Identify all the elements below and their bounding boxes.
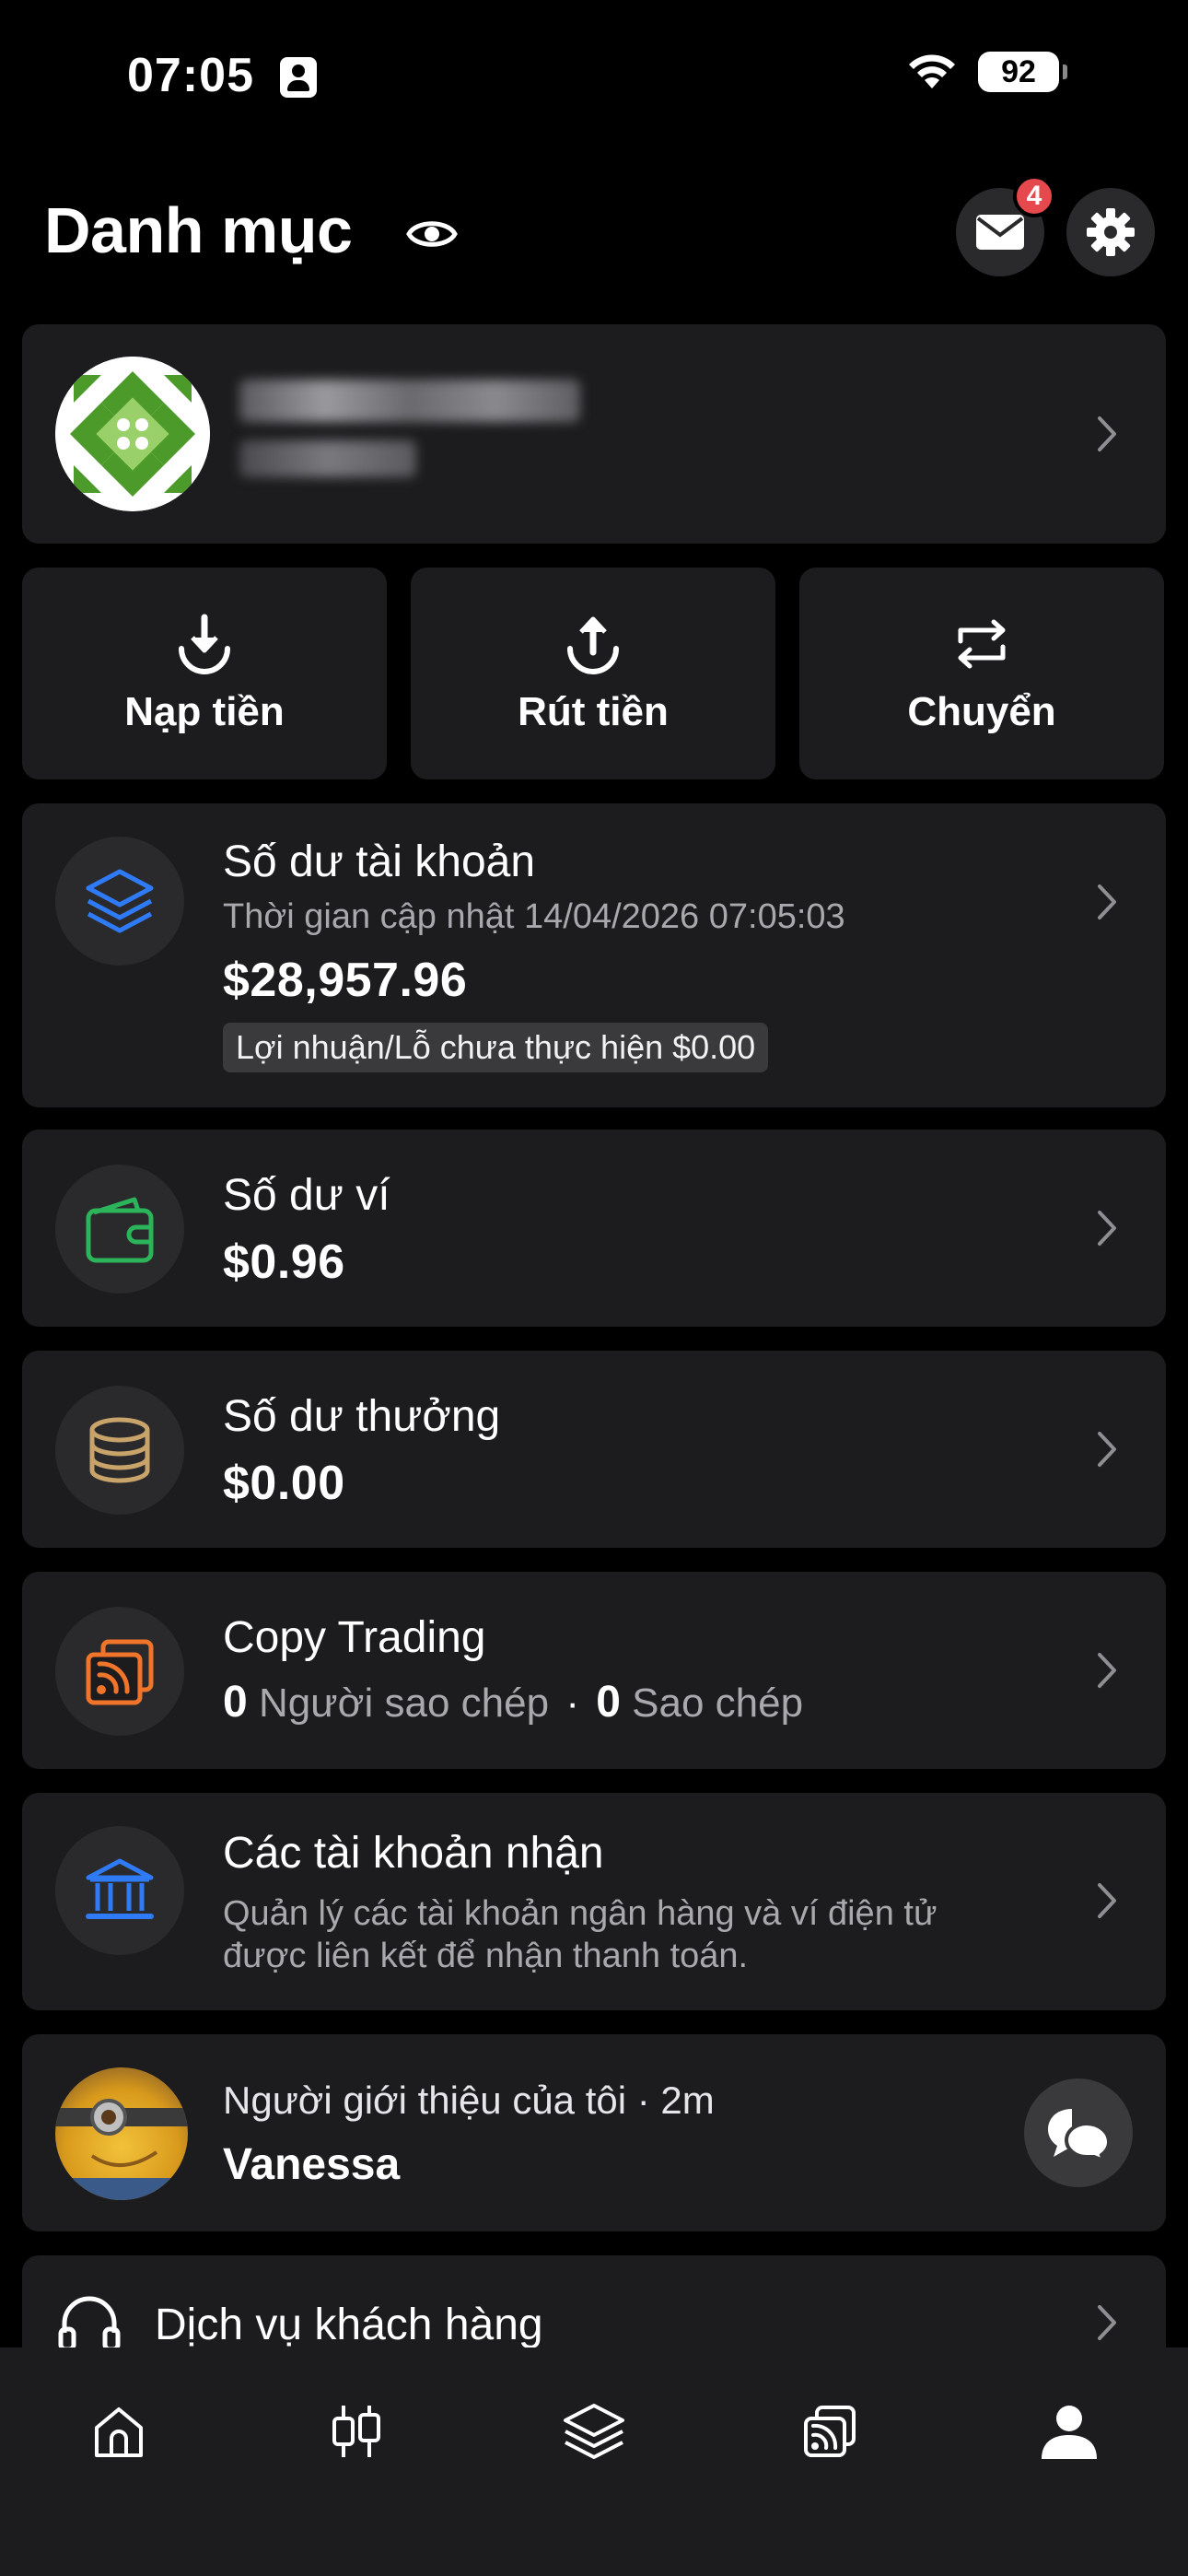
copies-count: 0 [596, 1678, 621, 1727]
copy-trading-title: Copy Trading [223, 1613, 486, 1662]
wallet-value: $0.96 [223, 1235, 345, 1289]
status-indicators: 92 [904, 52, 1067, 92]
layers-icon [564, 2404, 624, 2459]
tab-portfolio[interactable] [553, 2390, 635, 2473]
chat-button[interactable] [1024, 2078, 1133, 2187]
status-time: 07:05 [127, 49, 254, 102]
icon-bg [55, 1607, 184, 1736]
chevron-right-icon [1098, 416, 1116, 451]
user-icon [1042, 2406, 1097, 2459]
user-id-redacted [239, 440, 416, 477]
receiving-accounts-desc-1: Quản lý các tài khoản ngân hàng và ví đi… [223, 1894, 938, 1933]
wallet-balance-card[interactable]: Số dư ví $0.96 [22, 1130, 1166, 1327]
username-redacted [239, 380, 580, 422]
profile-card[interactable] [22, 324, 1166, 544]
page-title: Danh mục [44, 194, 353, 266]
unrealized-pnl-badge: Lợi nhuận/Lỗ chưa thực hiện $0.00 [223, 1023, 769, 1072]
battery-indicator: 92 [978, 52, 1067, 92]
chevron-right-icon [1098, 1883, 1116, 1918]
chevron-right-icon [1098, 884, 1116, 919]
wifi-icon [909, 54, 955, 88]
layers-icon [86, 869, 154, 933]
deposit-label: Nạp tiền [124, 689, 285, 734]
referrer-card[interactable]: Người giới thiệu của tôi · 2m Vanessa [22, 2034, 1166, 2231]
wallet-icon [86, 1197, 154, 1263]
tab-markets[interactable] [315, 2390, 398, 2473]
tab-home[interactable] [77, 2390, 160, 2473]
chevron-right-icon [1098, 2305, 1116, 2340]
receiving-accounts-desc-2: được liên kết để nhận thanh toán. [223, 1937, 749, 1975]
account-balance-title: Số dư tài khoản [223, 837, 536, 886]
chevron-right-icon [1098, 1211, 1116, 1246]
avatar [55, 357, 210, 511]
id-card-icon [280, 57, 317, 98]
chevron-right-icon [1098, 1432, 1116, 1467]
referrer-name: Vanessa [223, 2140, 401, 2189]
copy-trading-icon [804, 2406, 856, 2457]
upload-icon [567, 616, 619, 674]
tab-profile[interactable] [1028, 2390, 1111, 2473]
transfer-button[interactable]: Chuyển [799, 568, 1164, 779]
receiving-accounts-title: Các tài khoản nhận [223, 1829, 604, 1878]
eye-icon[interactable] [405, 207, 459, 261]
copy-trading-icon [86, 1639, 154, 1705]
receiving-accounts-card[interactable]: Các tài khoản nhận Quản lý các tài khoản… [22, 1793, 1166, 2010]
bonus-title: Số dư thưởng [223, 1392, 501, 1441]
deposit-button[interactable]: Nạp tiền [22, 568, 387, 779]
updated-time: Thời gian cập nhật 14/04/2026 07:05:03 [223, 897, 845, 936]
copy-trading-stats: 0 Người sao chép · 0 Sao chép [223, 1677, 803, 1727]
followers-label: Người sao chép [258, 1680, 550, 1726]
copy-trading-card[interactable]: Copy Trading 0 Người sao chép · 0 Sao ch… [22, 1572, 1166, 1769]
icon-bg [55, 1826, 184, 1955]
referrer-label: Người giới thiệu của tôi · 2m [223, 2078, 715, 2122]
account-balance-value: $28,957.96 [223, 954, 468, 1007]
referrer-avatar [55, 2067, 188, 2200]
icon-bg [55, 837, 184, 966]
download-icon [179, 614, 230, 674]
withdraw-label: Rút tiền [518, 689, 669, 734]
icon-bg [55, 1165, 184, 1294]
transfer-label: Chuyển [907, 689, 1056, 734]
tab-copy-trading[interactable] [788, 2390, 871, 2473]
customer-support-title: Dịch vụ khách hàng [155, 2301, 543, 2349]
withdraw-button[interactable]: Rút tiền [411, 568, 775, 779]
wallet-title: Số dư ví [223, 1171, 390, 1220]
chat-icon [1048, 2109, 1112, 2162]
coins-icon [89, 1417, 150, 1483]
home-icon [95, 2407, 143, 2457]
copies-label: Sao chép [632, 1680, 804, 1726]
icon-bg [55, 1386, 184, 1515]
mail-icon [976, 215, 1024, 250]
chevron-right-icon [1098, 1653, 1116, 1688]
transfer-icon [958, 619, 1006, 669]
followers-count: 0 [223, 1678, 248, 1727]
settings-button[interactable] [1066, 188, 1155, 276]
gear-icon [1087, 208, 1135, 256]
notification-badge: 4 [1013, 175, 1055, 217]
mail-button[interactable]: 4 [956, 175, 1055, 276]
candlestick-icon [332, 2406, 380, 2457]
bonus-value: $0.00 [223, 1457, 345, 1510]
separator: · [565, 1680, 579, 1726]
account-balance-card[interactable]: Số dư tài khoản Thời gian cập nhật 14/04… [22, 803, 1166, 1107]
bank-icon [86, 1858, 154, 1919]
bonus-balance-card[interactable]: Số dư thưởng $0.00 [22, 1351, 1166, 1548]
